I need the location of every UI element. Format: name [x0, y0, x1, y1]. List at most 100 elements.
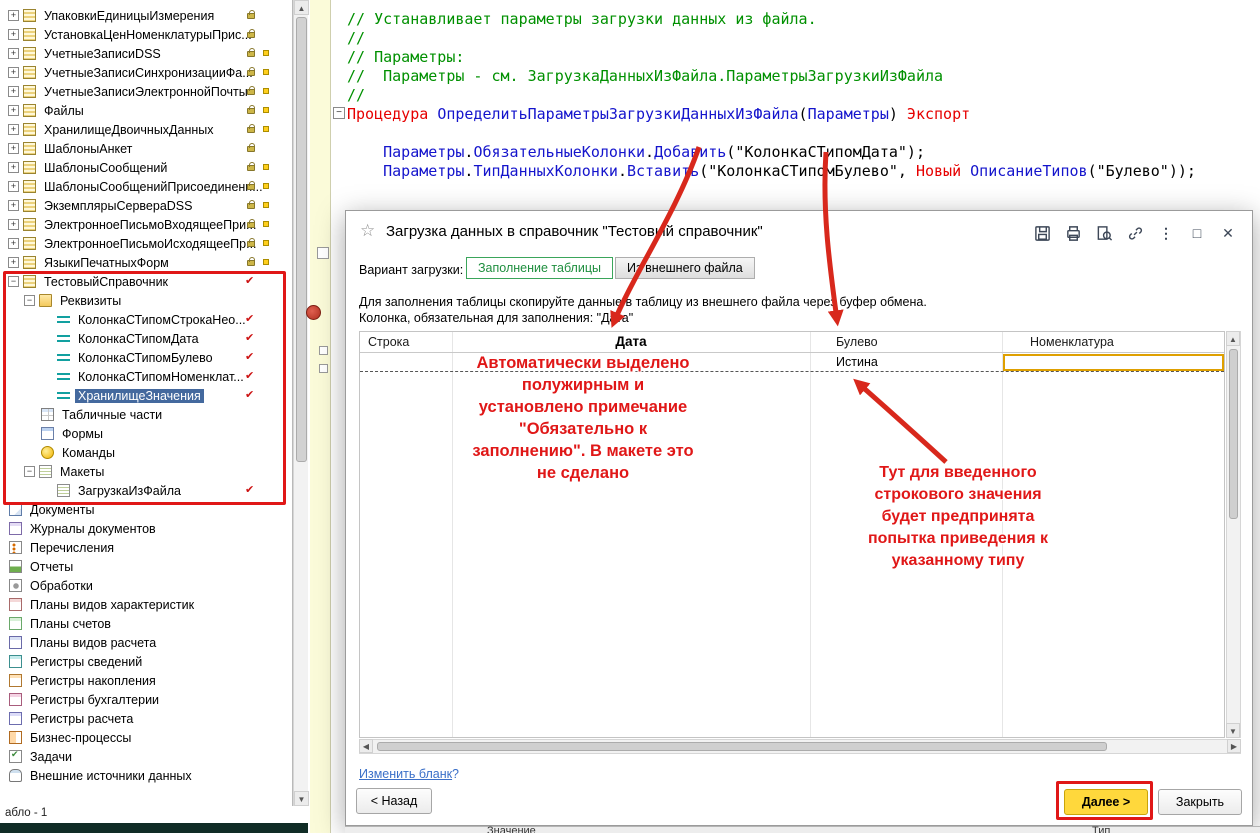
tree-item-label[interactable]: УчетныеЗаписиDSS: [41, 47, 164, 61]
scroll-up-icon[interactable]: ▲: [294, 0, 309, 15]
tree-item[interactable]: + ШаблоныАнкет: [0, 139, 292, 158]
tree-item[interactable]: + ЭкземплярыСервераDSS: [0, 196, 292, 215]
tree-item[interactable]: + ХранилищеДвоичныхДанных: [0, 120, 292, 139]
scroll-down-icon[interactable]: ▼: [1226, 723, 1240, 738]
tree-item-label[interactable]: ЭлектронноеПисьмоВходящееПри...: [41, 218, 259, 232]
print-icon[interactable]: [1063, 223, 1083, 243]
tree-item-label[interactable]: Перечисления: [27, 541, 117, 555]
expand-toggle-icon[interactable]: +: [8, 200, 19, 211]
change-form-link[interactable]: Изменить бланк: [359, 767, 452, 781]
column-header-boolean[interactable]: Булево: [810, 332, 1002, 352]
tree-item-label[interactable]: Регистры накопления: [27, 674, 159, 688]
column-header-string[interactable]: Строка: [360, 332, 452, 352]
expand-toggle-icon[interactable]: +: [8, 29, 19, 40]
tree-item[interactable]: + УчетныеЗаписиЭлектроннойПочты: [0, 82, 292, 101]
tree-item-label[interactable]: УчетныеЗаписиСинхронизацииФа...: [41, 66, 256, 80]
expand-toggle-icon[interactable]: +: [8, 238, 19, 249]
tree-item-label[interactable]: Регистры бухгалтерии: [27, 693, 162, 707]
tree-item-label[interactable]: Планы видов характеристик: [27, 598, 197, 612]
column-header-date[interactable]: Дата: [452, 332, 810, 352]
tree-item-label[interactable]: ШаблоныСообщений: [41, 161, 170, 175]
tree-item[interactable]: Планы видов характеристик: [0, 595, 292, 614]
tree-item[interactable]: + ЯзыкиПечатныхФорм: [0, 253, 292, 272]
back-button[interactable]: < Назад: [356, 788, 432, 814]
tree-item-label[interactable]: ШаблоныСообщенийПрисоединенн...: [41, 180, 266, 194]
tree-item[interactable]: Регистры расчета: [0, 709, 292, 728]
tab-external-file[interactable]: Из внешнего файла: [615, 257, 755, 279]
tree-item[interactable]: + УстановкаЦенНоменклатурыПрис...: [0, 25, 292, 44]
tablo-tab[interactable]: абло - 1: [5, 807, 47, 819]
expand-toggle-icon[interactable]: +: [8, 86, 19, 97]
scroll-up-icon[interactable]: ▲: [1226, 331, 1240, 346]
tree-item-label[interactable]: Журналы документов: [27, 522, 159, 536]
tree-item[interactable]: Отчеты: [0, 557, 292, 576]
link-icon[interactable]: [1125, 223, 1145, 243]
tree-item[interactable]: Задачи: [0, 747, 292, 766]
expand-toggle-icon[interactable]: +: [8, 181, 19, 192]
tree-item-label[interactable]: Внешние источники данных: [27, 769, 195, 783]
tree-item[interactable]: Обработки: [0, 576, 292, 595]
column-header-nomenclature[interactable]: Номенклатура: [1002, 332, 1226, 352]
tree-item-label[interactable]: ХранилищеДвоичныхДанных: [41, 123, 217, 137]
tree-item-label[interactable]: Обработки: [27, 579, 96, 593]
tree-item[interactable]: Внешние источники данных: [0, 766, 292, 785]
favorite-star-icon[interactable]: ☆: [360, 221, 375, 241]
tree-scrollbar-thumb[interactable]: [296, 17, 307, 462]
expand-toggle-icon[interactable]: +: [8, 48, 19, 59]
scroll-down-icon[interactable]: ▼: [294, 791, 309, 806]
help-link[interactable]: ?: [452, 767, 459, 781]
tree-item[interactable]: + ШаблоныСообщений: [0, 158, 292, 177]
find-icon[interactable]: [1094, 223, 1114, 243]
expand-toggle-icon[interactable]: +: [8, 105, 19, 116]
tree-item-label[interactable]: Регистры расчета: [27, 712, 136, 726]
table-horizontal-scrollbar[interactable]: ◀ ▶: [359, 739, 1241, 754]
table-vertical-scrollbar[interactable]: ▲ ▼: [1226, 331, 1241, 738]
tree-item[interactable]: Перечисления: [0, 538, 292, 557]
tree-item-label[interactable]: Планы видов расчета: [27, 636, 159, 650]
close-button[interactable]: Закрыть: [1158, 789, 1242, 815]
tree-scrollbar[interactable]: ▲ ▼: [293, 0, 308, 806]
tree-item-label[interactable]: УпаковкиЕдиницыИзмерения: [41, 9, 217, 23]
tree-item-label[interactable]: Задачи: [27, 750, 75, 764]
expand-toggle-icon[interactable]: +: [8, 257, 19, 268]
tree-item-label[interactable]: ЭлектронноеПисьмоИсходящееПр...: [41, 237, 260, 251]
table-hscroll-thumb[interactable]: [377, 742, 1107, 751]
tree-item[interactable]: + УпаковкиЕдиницыИзмерения: [0, 6, 292, 25]
save-icon[interactable]: [1032, 223, 1052, 243]
tree-item-label[interactable]: ЭкземплярыСервераDSS: [41, 199, 196, 213]
tree-item-label[interactable]: УстановкаЦенНоменклатурыПрис...: [41, 28, 255, 42]
fold-toggle-icon[interactable]: −: [333, 107, 345, 119]
tree-item[interactable]: + ЭлектронноеПисьмоИсходящееПр...: [0, 234, 292, 253]
selected-cell[interactable]: [1003, 354, 1224, 371]
tree-item[interactable]: Бизнес-процессы: [0, 728, 292, 747]
scroll-left-icon[interactable]: ◀: [359, 739, 373, 753]
data-table[interactable]: Строка Дата Булево Номенклатура Истина: [359, 331, 1225, 738]
tree-item[interactable]: + ШаблоныСообщенийПрисоединенн...: [0, 177, 292, 196]
tree-item-label[interactable]: ШаблоныАнкет: [41, 142, 135, 156]
tree-item-label[interactable]: Файлы: [41, 104, 87, 118]
expand-toggle-icon[interactable]: +: [8, 143, 19, 154]
tree-item[interactable]: + ЭлектронноеПисьмоВходящееПри...: [0, 215, 292, 234]
tree-item-label[interactable]: ЯзыкиПечатныхФорм: [41, 256, 172, 270]
tree-item-label[interactable]: УчетныеЗаписиЭлектроннойПочты: [41, 85, 251, 99]
tab-fill-table[interactable]: Заполнение таблицы: [466, 257, 613, 279]
tree-item-label[interactable]: Планы счетов: [27, 617, 114, 631]
expand-toggle-icon[interactable]: +: [8, 10, 19, 21]
tree-item[interactable]: Регистры бухгалтерии: [0, 690, 292, 709]
expand-toggle-icon[interactable]: +: [8, 162, 19, 173]
tree-item[interactable]: Регистры накопления: [0, 671, 292, 690]
tree-item[interactable]: + УчетныеЗаписиСинхронизацииФа...: [0, 63, 292, 82]
tree-item[interactable]: Регистры сведений: [0, 652, 292, 671]
expand-toggle-icon[interactable]: +: [8, 67, 19, 78]
expand-toggle-icon[interactable]: +: [8, 219, 19, 230]
tree-item-label[interactable]: Регистры сведений: [27, 655, 145, 669]
tree-item[interactable]: Планы счетов: [0, 614, 292, 633]
maximize-icon[interactable]: □: [1187, 223, 1207, 243]
tree-item[interactable]: Журналы документов: [0, 519, 292, 538]
tree-item-label[interactable]: Бизнес-процессы: [27, 731, 134, 745]
cell-boolean[interactable]: Истина: [810, 353, 1002, 372]
tree-item[interactable]: + Файлы: [0, 101, 292, 120]
scroll-right-icon[interactable]: ▶: [1227, 739, 1241, 753]
tree-item[interactable]: + УчетныеЗаписиDSS: [0, 44, 292, 63]
expand-toggle-icon[interactable]: +: [8, 124, 19, 135]
